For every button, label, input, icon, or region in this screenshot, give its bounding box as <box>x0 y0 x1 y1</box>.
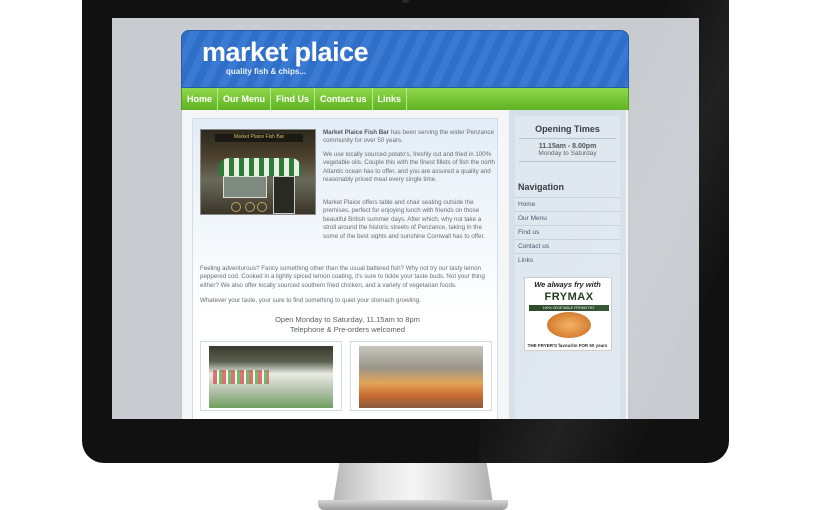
frymax-badge[interactable]: We always fry with FRYMAX 100% VEGETABLE… <box>523 277 612 351</box>
nav-find-us[interactable]: Find Us <box>271 88 316 110</box>
paragraph-whatever: Whatever your taste, your sure to find s… <box>200 297 421 304</box>
badge-top-text: We always fry with <box>534 280 601 289</box>
main-nav: Home Our Menu Find Us Contact us Links <box>181 88 629 110</box>
chair-icon <box>245 202 255 212</box>
chair-icon <box>231 202 241 212</box>
intro-bold: Market Plaice Fish Bar <box>323 129 390 136</box>
divider <box>519 138 616 139</box>
sidebar-link-home[interactable]: Home <box>515 197 620 211</box>
site-tagline: quality fish & chips... <box>226 67 307 76</box>
chair-icon <box>257 202 267 212</box>
main-column: Market Plaice Fish Bar Market Plaice Fis… <box>192 118 498 419</box>
navigation-title: Navigation <box>518 182 565 192</box>
shop-interior-photo <box>209 346 333 408</box>
monitor-frame: market plaice quality fish & chips... Ho… <box>82 0 729 463</box>
site-logo[interactable]: market plaice <box>202 37 369 68</box>
nav-links[interactable]: Links <box>373 88 408 110</box>
nav-home[interactable]: Home <box>182 88 219 110</box>
shop-front-photo: Market Plaice Fish Bar <box>200 129 316 215</box>
paragraph-adventurous: Feeling adventurous? Fancy something oth… <box>200 265 485 289</box>
badge-bottom-text: THE FRYER'S favourite FOR 50 years <box>527 343 608 348</box>
badge-strip: 100% VEGETABLE FRYING FAT <box>528 305 609 311</box>
opening-days-sidebar: Monday to Saturday <box>538 150 597 157</box>
paragraph-seating-top: Market Plaice offers table and chair sea… <box>323 199 485 239</box>
badge-brand: FRYMAX <box>544 291 594 303</box>
opening-hours: 11.15am - 8.00pm <box>538 143 597 150</box>
monitor-stand <box>333 463 493 503</box>
sidebar-link-find-us[interactable]: Find us <box>515 225 620 239</box>
gallery-photo-frame[interactable] <box>200 341 342 411</box>
shop-door <box>273 176 295 214</box>
sidebar: Opening Times 11.15am - 8.00pm Monday to… <box>509 110 626 419</box>
site-header: market plaice quality fish & chips... <box>181 30 629 88</box>
website: market plaice quality fish & chips... Ho… <box>181 30 629 419</box>
shop-awning <box>219 158 301 176</box>
sidebar-link-our-menu[interactable]: Our Menu <box>515 211 620 225</box>
shop-sign: Market Plaice Fish Bar <box>215 134 303 142</box>
intro-text: Market Plaice Fish Bar has been serving … <box>323 129 495 189</box>
sidebar-link-contact-us[interactable]: Contact us <box>515 239 620 253</box>
monitor-base <box>318 500 508 510</box>
gallery-photo-frame[interactable] <box>350 341 492 411</box>
photo-gallery <box>200 341 492 411</box>
page-content: Market Plaice Fish Bar Market Plaice Fis… <box>181 110 629 419</box>
preorders-note: Telephone & Pre-orders welcomed <box>289 325 406 334</box>
monitor-screen: market plaice quality fish & chips... Ho… <box>112 18 699 419</box>
opening-times-title: Opening Times <box>535 124 600 134</box>
fries-icon <box>546 312 591 338</box>
nav-contact-us[interactable]: Contact us <box>315 88 373 110</box>
webcam-icon <box>402 0 409 3</box>
divider <box>519 161 616 162</box>
opening-days: Open Monday to Saturday, 11.15am to 8pm <box>275 315 420 324</box>
paragraph-ingredients: We use locally sourced potato's, freshly… <box>323 150 495 184</box>
nav-our-menu[interactable]: Our Menu <box>218 88 272 110</box>
opening-notice: Open Monday to Saturday, 11.15am to 8pm … <box>200 315 495 335</box>
food-counter-photo <box>359 346 483 408</box>
intro-paragraph: Market Plaice Fish Bar has been serving … <box>323 129 495 146</box>
shop-window <box>223 176 267 198</box>
sidebar-inner: Opening Times 11.15am - 8.00pm Monday to… <box>515 116 620 419</box>
sidebar-link-links[interactable]: Links <box>515 253 620 267</box>
